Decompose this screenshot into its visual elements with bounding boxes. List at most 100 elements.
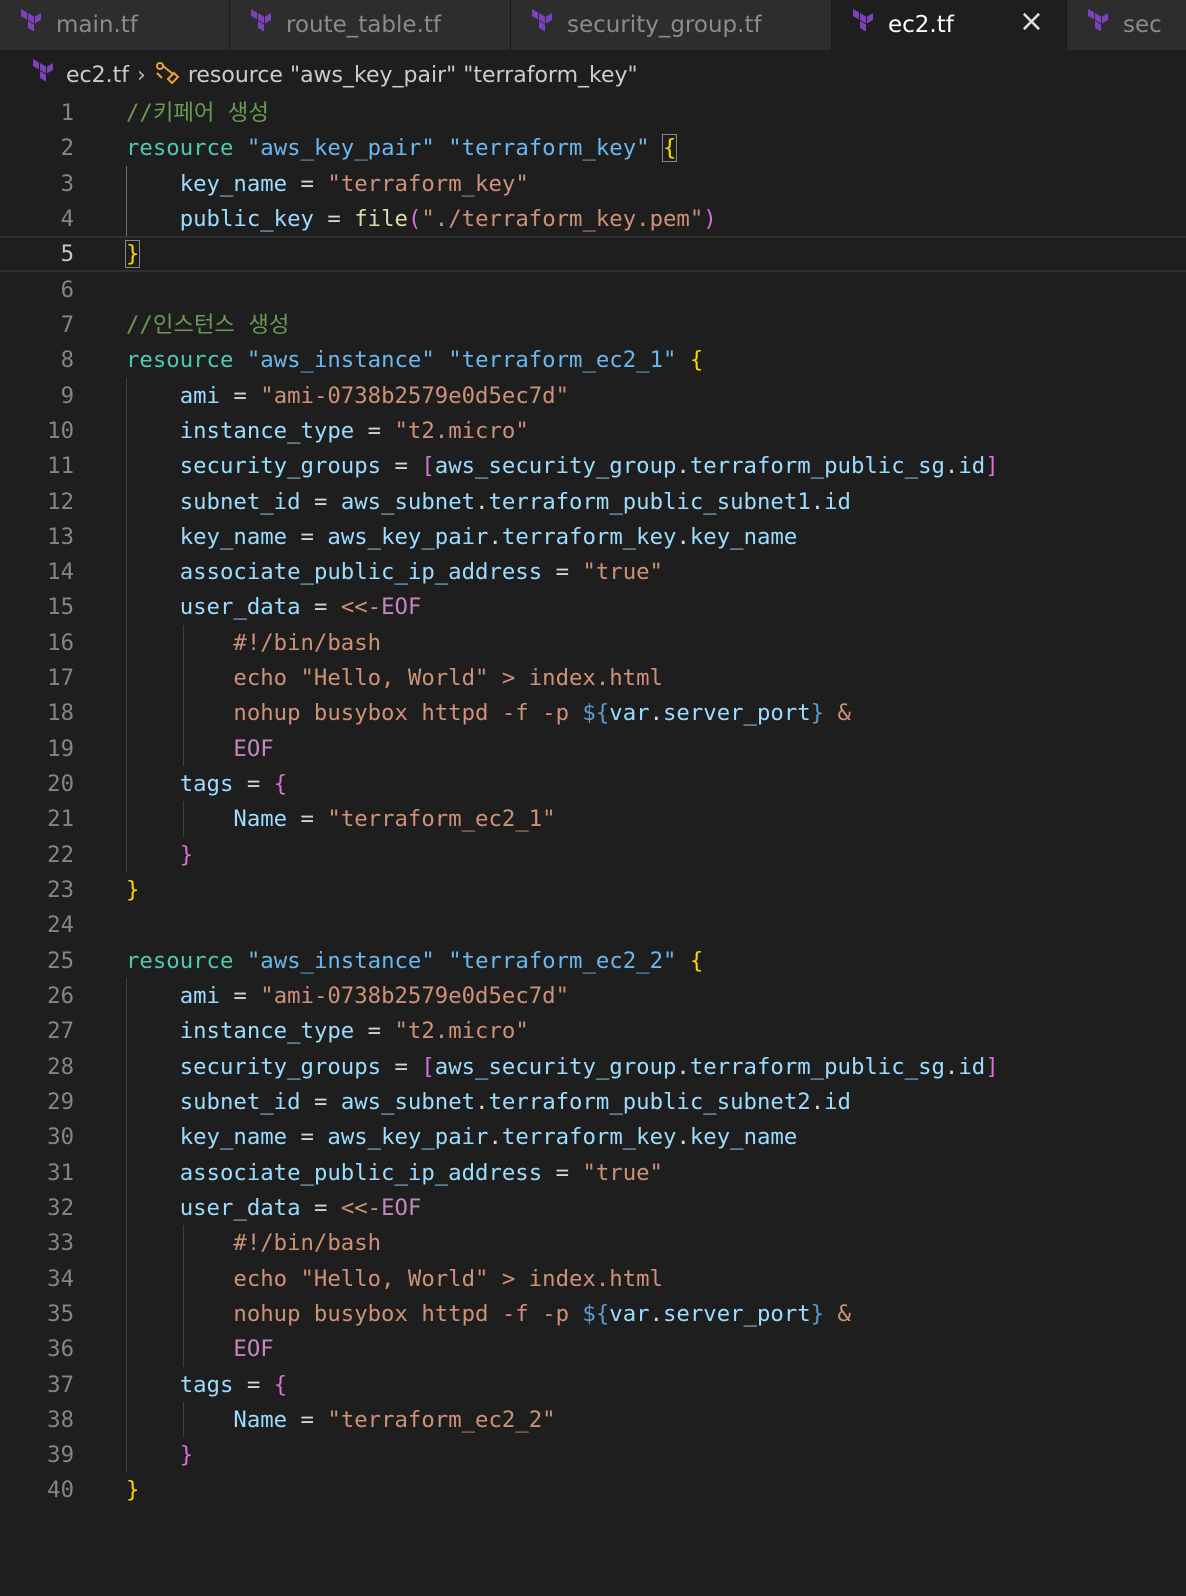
code-line[interactable]: 28 security_groups = [aws_security_group…	[0, 1049, 1186, 1085]
code-token: Name	[233, 806, 288, 833]
code-line[interactable]: 12 subnet_id = aws_subnet.terraform_publ…	[0, 484, 1186, 520]
code-text: associate_public_ip_address = "true"	[126, 554, 663, 590]
code-line[interactable]: 26 ami = "ami-0738b2579e0d5ec7d"	[0, 978, 1186, 1014]
code-line[interactable]: 3 key_name = "terraform_key"	[0, 166, 1186, 202]
code-line[interactable]: 35 nohup busybox httpd -f -p ${var.serve…	[0, 1296, 1186, 1332]
code-line[interactable]: 10 instance_type = "t2.micro"	[0, 413, 1186, 449]
code-token: "true"	[582, 559, 663, 586]
code-token: .	[488, 523, 502, 550]
code-line[interactable]: 15 user_data = <<-EOF	[0, 589, 1186, 625]
tab-label: security_group.tf	[567, 12, 762, 38]
code-line[interactable]: 19 EOF	[0, 731, 1186, 767]
code-token: subnet_id	[179, 488, 301, 515]
code-line[interactable]: 2 resource "aws_key_pair" "terraform_key"…	[0, 130, 1186, 166]
code-line[interactable]: 21 Name = "terraform_ec2_1"	[0, 801, 1186, 837]
code-token: "t2.micro"	[394, 1018, 529, 1045]
code-token: echo "Hello, World" > index.html	[126, 665, 663, 692]
code-token: echo "Hello, World" > index.html	[126, 1265, 663, 1292]
code-text: associate_public_ip_address = "true"	[126, 1155, 663, 1191]
code-line[interactable]: 14 associate_public_ip_address = "true"	[0, 554, 1186, 590]
code-line[interactable]: 30 key_name = aws_key_pair.terraform_key…	[0, 1119, 1186, 1155]
terraform-icon	[250, 9, 274, 41]
code-token: Name	[233, 1406, 288, 1433]
code-token: &	[824, 700, 851, 727]
code-line[interactable]: 36 EOF	[0, 1331, 1186, 1367]
chevron-right-icon: ›	[137, 62, 146, 88]
tab-main-tf[interactable]: main.tf	[0, 0, 230, 50]
code-token: resource	[126, 135, 234, 162]
line-number: 9	[60, 382, 74, 409]
code-token: aws_key_pair	[327, 523, 489, 550]
code-line[interactable]: 32 user_data = <<-EOF	[0, 1190, 1186, 1226]
code-line[interactable]: 18 nohup busybox httpd -f -p ${var.serve…	[0, 695, 1186, 731]
code-line[interactable]: 5}	[0, 236, 1186, 272]
code-text: #!/bin/bash	[126, 1225, 381, 1261]
code-line[interactable]: 20 tags = {	[0, 766, 1186, 802]
code-token: {	[661, 134, 678, 163]
code-token: .	[649, 1300, 663, 1327]
code-line[interactable]: 17 echo "Hello, World" > index.html	[0, 660, 1186, 696]
code-text: }	[126, 1472, 139, 1508]
code-line[interactable]: 11 security_groups = [aws_security_group…	[0, 448, 1186, 484]
code-line[interactable]: 6	[0, 272, 1186, 308]
breadcrumb-symbol[interactable]: resource "aws_key_pair" "terraform_key"	[188, 63, 638, 88]
code-token: id	[824, 488, 851, 515]
code-line[interactable]: 1 //키페어 생성	[0, 95, 1186, 131]
code-text: //키페어 생성	[126, 95, 269, 131]
close-icon[interactable]: ×	[1019, 4, 1044, 39]
terraform-icon	[531, 9, 555, 41]
code-text: tags = {	[126, 766, 287, 802]
code-line[interactable]: 13 key_name = aws_key_pair.terraform_key…	[0, 519, 1186, 555]
code-line[interactable]: 7 //인스턴스 생성	[0, 307, 1186, 343]
code-token: .	[676, 1053, 690, 1080]
line-number: 25	[47, 947, 74, 974]
breadcrumb: ec2.tf › resource "aws_key_pair" "terraf…	[0, 55, 1186, 95]
code-token: "ami-0738b2579e0d5ec7d"	[260, 983, 570, 1009]
code-line[interactable]: 39 }	[0, 1437, 1186, 1473]
breadcrumb-file[interactable]: ec2.tf	[66, 63, 129, 88]
code-line[interactable]: 38 Name = "terraform_ec2_2"	[0, 1402, 1186, 1438]
line-number: 27	[47, 1018, 74, 1045]
code-line[interactable]: 34 echo "Hello, World" > index.html	[0, 1261, 1186, 1297]
code-text: nohup busybox httpd -f -p ${var.server_p…	[126, 1296, 851, 1332]
code-line[interactable]: 22 }	[0, 837, 1186, 873]
code-token: =	[300, 488, 341, 515]
code-token: .	[676, 453, 690, 480]
line-number: 20	[47, 771, 74, 798]
code-token: .	[475, 488, 489, 515]
code-token: =	[233, 771, 274, 798]
code-line[interactable]: 40}	[0, 1472, 1186, 1508]
code-token: "terraform_ec2_1"	[448, 347, 677, 374]
code-line[interactable]: 27 instance_type = "t2.micro"	[0, 1013, 1186, 1049]
tab-route-table-tf[interactable]: route_table.tf	[230, 0, 511, 50]
code-editor[interactable]: 1 //키페어 생성 2 resource "aws_key_pair" "terra…	[0, 95, 1186, 1596]
code-token: =	[219, 382, 261, 409]
code-line[interactable]: 29 subnet_id = aws_subnet.terraform_publ…	[0, 1084, 1186, 1120]
line-number: 2	[60, 135, 74, 162]
code-line[interactable]: 33 #!/bin/bash	[0, 1225, 1186, 1261]
tab-security-group-tf[interactable]: security_group.tf	[511, 0, 832, 50]
tab-sec[interactable]: sec	[1067, 0, 1186, 50]
code-line[interactable]: 4 public_key = file("./terraform_key.pem…	[0, 201, 1186, 237]
code-line[interactable]: 31 associate_public_ip_address = "true"	[0, 1155, 1186, 1191]
indent-guide	[126, 978, 127, 1473]
code-token: //키페어 생성	[126, 100, 269, 126]
code-token: ]	[985, 453, 999, 480]
code-token: [	[421, 1053, 435, 1080]
code-line[interactable]: 23}	[0, 872, 1186, 908]
code-line[interactable]: 37 tags = {	[0, 1367, 1186, 1403]
code-line[interactable]: 24	[0, 907, 1186, 943]
code-token: =	[287, 1406, 328, 1433]
line-number: 29	[47, 1088, 74, 1115]
code-token: =	[354, 417, 395, 444]
code-line[interactable]: 25 resource "aws_instance" "terraform_ec2…	[0, 943, 1186, 979]
code-line[interactable]: 8 resource "aws_instance" "terraform_ec2_…	[0, 342, 1186, 378]
code-line[interactable]: 16 #!/bin/bash	[0, 625, 1186, 661]
code-line[interactable]: 9 ami = "ami-0738b2579e0d5ec7d"	[0, 378, 1186, 414]
code-token: key_name	[179, 170, 288, 197]
tab-ec2-tf[interactable]: ec2.tf ×	[832, 0, 1067, 50]
